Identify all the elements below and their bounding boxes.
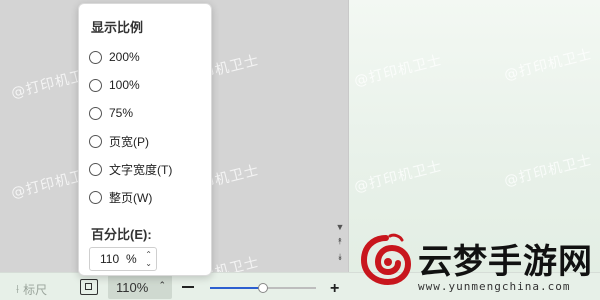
zoom-slider-thumb[interactable] xyxy=(258,283,268,293)
percent-unit: % xyxy=(126,252,137,266)
fit-page-icon xyxy=(85,283,92,290)
zoom-out-button[interactable] xyxy=(182,286,194,288)
site-logo: 云梦手游网 www.yunmengchina.com xyxy=(358,230,598,300)
chevron-up-icon: ⌃ xyxy=(158,280,166,290)
radio-button[interactable] xyxy=(89,162,102,176)
zoom-option-200[interactable]: 200% xyxy=(89,48,140,66)
option-label: 文字宽度(T) xyxy=(109,162,173,177)
zoom-option-text-width[interactable]: 文字宽度(T) xyxy=(89,160,172,178)
ruler-icon: ⟊ xyxy=(16,282,20,296)
zoom-in-button[interactable]: + xyxy=(330,280,339,298)
watermark: @打印机卫士 xyxy=(502,152,594,190)
percent-value[interactable]: 110 xyxy=(100,252,120,266)
scroll-down-icon[interactable]: ▼ xyxy=(334,222,346,232)
zoom-slider[interactable] xyxy=(210,283,316,293)
watermark: @打印机卫士 xyxy=(352,52,444,90)
zoom-dropdown[interactable]: 110% ⌃ xyxy=(108,275,172,299)
zoom-value: 110% xyxy=(116,279,149,295)
popup-title: 显示比例 xyxy=(91,20,144,35)
option-label: 100% xyxy=(109,78,140,92)
watermark: @打印机卫士 xyxy=(502,46,594,84)
radio-button[interactable] xyxy=(89,190,102,204)
zoom-option-75[interactable]: 75% xyxy=(89,104,133,122)
logo-name: 云梦手游网 xyxy=(418,242,593,282)
stepper-arrows-icon[interactable]: ⌃ ⌄ xyxy=(145,250,152,268)
percent-stepper[interactable]: 110 % ⌃ ⌄ xyxy=(89,247,157,271)
option-label: 200% xyxy=(109,50,140,64)
zoom-popup: 显示比例 200% 100% 75% 页宽(P) 文字宽度(T) 整页(W) 百… xyxy=(78,3,212,276)
zoom-option-100[interactable]: 100% xyxy=(89,76,140,94)
radio-button[interactable] xyxy=(89,50,102,64)
radio-button[interactable] xyxy=(89,134,102,148)
option-label: 整页(W) xyxy=(109,190,153,205)
scroll-navigation[interactable]: ▼ ⯭ ⯯ xyxy=(334,222,346,266)
fit-page-button[interactable] xyxy=(80,279,98,295)
next-page-icon[interactable]: ⯯ xyxy=(334,252,346,262)
watermark: @打印机卫士 xyxy=(352,158,444,196)
option-label: 75% xyxy=(109,106,134,120)
ruler-label: 标尺 xyxy=(23,283,48,297)
radio-button[interactable] xyxy=(89,106,102,120)
radio-button[interactable] xyxy=(89,78,102,92)
percent-label: 百分比(E): xyxy=(91,227,152,242)
previous-page-icon[interactable]: ⯭ xyxy=(334,236,346,246)
logo-mark-icon xyxy=(360,233,412,286)
option-label: 页宽(P) xyxy=(109,134,149,149)
ruler-toggle[interactable]: ⟊ 标尺 xyxy=(16,281,47,298)
zoom-option-whole-page[interactable]: 整页(W) xyxy=(89,188,152,206)
zoom-option-page-width[interactable]: 页宽(P) xyxy=(89,132,149,150)
zoom-slider-fill xyxy=(210,287,263,289)
logo-url: www.yunmengchina.com xyxy=(418,280,571,293)
